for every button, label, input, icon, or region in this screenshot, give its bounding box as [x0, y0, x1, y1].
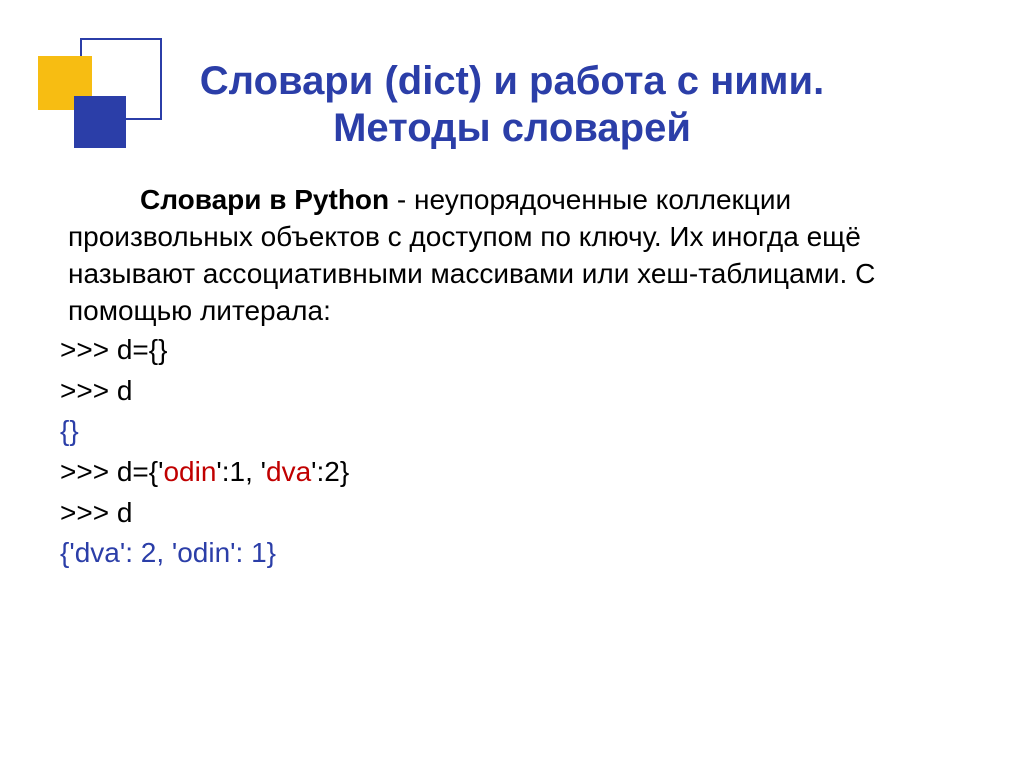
code-l4-c: ':1, ': [216, 456, 266, 487]
code-l4-b: odin: [163, 456, 216, 487]
code-l4-d: dva: [266, 456, 311, 487]
code-line-1: >>> d={}: [60, 330, 964, 371]
code-line-3: {}: [60, 411, 964, 452]
code-line-4: >>> d={'odin':1, 'dva':2}: [60, 452, 964, 493]
title-line-2: Методы словарей: [333, 106, 691, 150]
code-line-6: {'dva': 2, 'odin': 1}: [60, 533, 964, 574]
slide-title: Словари (dict) и работа с ними. Методы с…: [40, 0, 984, 152]
code-l4-a: >>> d={': [60, 456, 163, 487]
title-line-1: Словари (dict) и работа с ними.: [200, 59, 824, 103]
code-l4-e: ':2}: [311, 456, 349, 487]
intro-paragraph: Словари в Python - неупорядоченные колле…: [68, 182, 964, 330]
code-line-5: >>> d: [60, 493, 964, 534]
code-line-2: >>> d: [60, 371, 964, 412]
slide-body: Словари в Python - неупорядоченные колле…: [68, 182, 964, 573]
bold-lead: Словари в Python: [140, 184, 389, 215]
